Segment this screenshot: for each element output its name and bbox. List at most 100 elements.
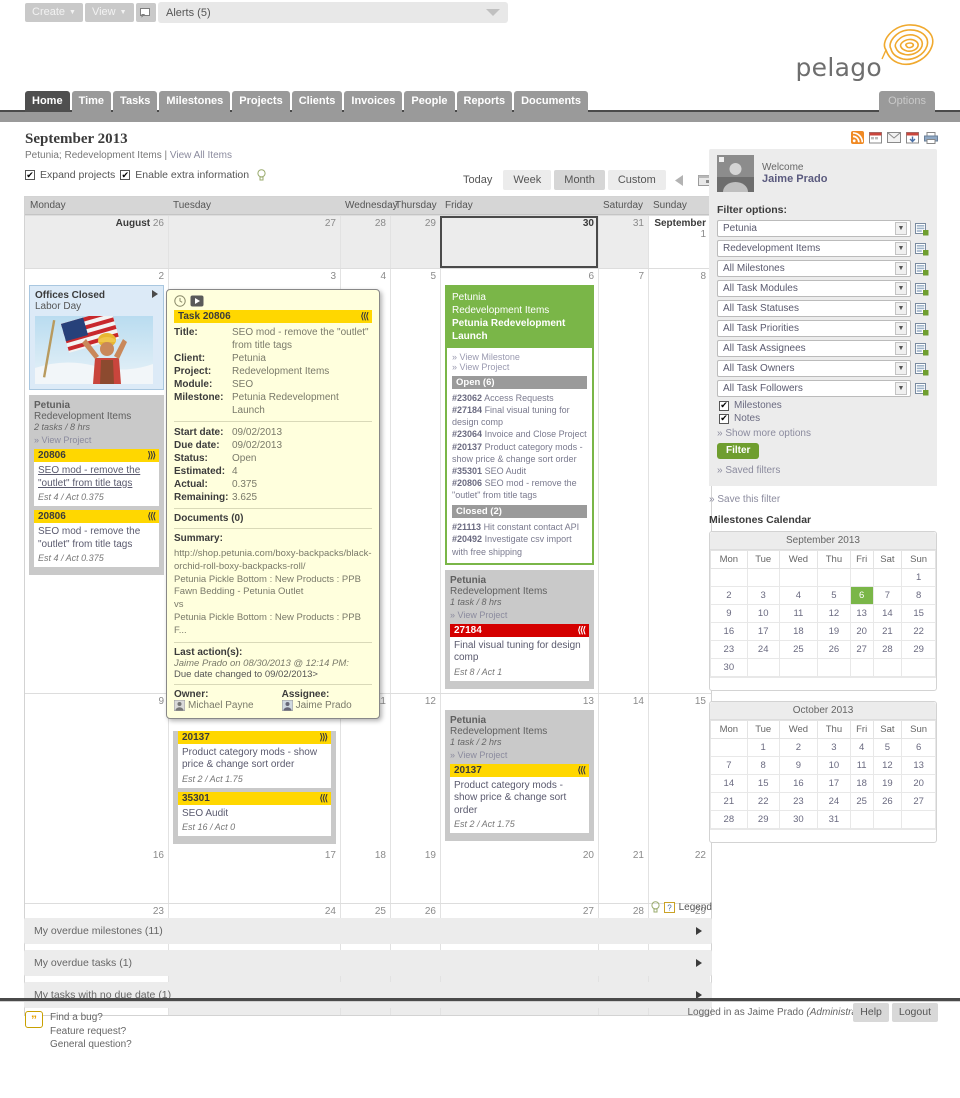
task-card[interactable]: 20137 ⟩⟩⟩ Product category mods - show p… xyxy=(178,730,331,788)
help-button[interactable]: Help xyxy=(853,1003,889,1022)
mini-calendar-day[interactable]: 19 xyxy=(872,774,903,793)
lightbulb-icon[interactable] xyxy=(257,169,266,181)
nav-tab-projects[interactable]: Projects xyxy=(232,91,290,112)
task-card[interactable]: 20806 ⟨⟨⟨ SEO mod - remove the "outlet" … xyxy=(34,510,159,567)
prev-period-button[interactable] xyxy=(669,172,691,189)
mini-calendar-day[interactable]: 27 xyxy=(849,640,874,659)
milestones-checkbox[interactable] xyxy=(719,400,729,411)
view-project-link[interactable]: » View Project xyxy=(450,750,589,760)
mini-calendar-day[interactable]: 2 xyxy=(778,738,819,757)
mini-calendar-day[interactable]: 25 xyxy=(849,792,874,811)
play-icon[interactable] xyxy=(190,295,204,307)
project-card[interactable]: 20137 ⟩⟩⟩ Product category mods - show p… xyxy=(173,730,336,845)
view-button[interactable]: View ▼ xyxy=(84,3,134,22)
mini-calendar-day[interactable]: 18 xyxy=(778,622,819,641)
mini-calendar-day[interactable]: 26 xyxy=(817,640,851,659)
mini-calendar-day[interactable]: 28 xyxy=(710,810,748,829)
mini-calendar-day[interactable]: 8 xyxy=(746,756,780,775)
mini-calendar-day[interactable]: 27 xyxy=(901,792,936,811)
task-priority-filter[interactable]: All Task Priorities ▼ xyxy=(717,320,911,337)
task-title[interactable]: Product category mods - show price & cha… xyxy=(454,780,585,818)
filter-lock-icon[interactable] xyxy=(915,282,929,296)
today-button[interactable]: Today xyxy=(455,171,500,189)
nav-tab-milestones[interactable]: Milestones xyxy=(159,91,231,112)
mini-calendar-day[interactable]: 5 xyxy=(872,738,903,757)
mini-calendar-day[interactable]: 1 xyxy=(901,568,936,587)
calendar-day-cell[interactable]: 8 xyxy=(648,269,710,693)
notes-checkbox[interactable] xyxy=(719,413,729,424)
feedback-block[interactable]: ” Find a bug? Feature request? General que… xyxy=(25,1011,132,1052)
calendar-day-cell[interactable]: 5 xyxy=(390,269,440,693)
legend-control[interactable]: ? Legend xyxy=(651,901,712,913)
mini-calendar-day[interactable]: 21 xyxy=(710,792,748,811)
feedback-link[interactable]: Feature request? xyxy=(50,1025,132,1039)
mini-calendar-day[interactable]: 22 xyxy=(901,622,936,641)
mini-calendar-day[interactable]: 18 xyxy=(849,774,874,793)
task-card[interactable]: 35301 ⟨⟨⟨ SEO Audit Est 16 / Act 0 xyxy=(178,791,331,837)
mini-calendar-day[interactable]: 1 xyxy=(746,738,780,757)
mini-calendar-day[interactable]: 19 xyxy=(817,622,851,641)
task-card[interactable]: 27184 ⟨⟨⟨ Final visual tuning for design… xyxy=(450,623,589,681)
calendar-day-cell[interactable]: 29 xyxy=(390,216,440,268)
mini-calendar-day[interactable]: 7 xyxy=(872,586,903,605)
calendar-day-cell[interactable]: 19 xyxy=(390,848,440,904)
calendar-day-cell[interactable]: August 26 xyxy=(25,216,168,268)
calendar-day-cell[interactable]: 6 Petunia Redevelopment Items Petunia Re… xyxy=(440,269,598,693)
mini-calendar-day[interactable]: 3 xyxy=(817,738,851,757)
task-status-filter[interactable]: All Task Statuses ▼ xyxy=(717,300,911,317)
client-filter[interactable]: Petunia ▼ xyxy=(717,220,911,237)
task-title[interactable]: Final visual tuning for design comp xyxy=(454,640,585,665)
project-filter[interactable]: Redevelopment Items ▼ xyxy=(717,240,911,257)
mini-calendar-day[interactable]: 10 xyxy=(746,604,780,623)
milestone-task-item[interactable]: #20492 Investigate csv import with free … xyxy=(452,533,587,557)
task-card[interactable]: 20137 ⟨⟨⟨ Product category mods - show p… xyxy=(450,763,589,834)
task-follower-filter[interactable]: All Task Followers ▼ xyxy=(717,380,911,397)
filter-lock-icon[interactable] xyxy=(915,362,929,376)
view-project-link[interactable]: » View Project xyxy=(34,435,159,445)
nav-tab-tasks[interactable]: Tasks xyxy=(113,91,158,112)
calendar-day-cell[interactable]: 15 xyxy=(648,693,710,849)
milestone-card[interactable]: Petunia Redevelopment Items Petunia Rede… xyxy=(445,285,594,565)
milestone-task-item[interactable]: #35301 SEO Audit xyxy=(452,465,587,477)
milestone-task-item[interactable]: #21113 Hit constant contact API xyxy=(452,521,587,533)
view-milestone-link[interactable]: » View Milestone xyxy=(452,352,587,362)
alerts-dropdown[interactable]: Alerts (5) xyxy=(158,2,508,23)
mini-calendar-day[interactable]: 14 xyxy=(872,604,903,623)
enable-extra-information-checkbox[interactable] xyxy=(120,170,131,180)
calendar-day-cell[interactable]: 28 xyxy=(340,216,390,268)
expand-projects-checkbox[interactable] xyxy=(25,170,35,180)
calendar-day-cell[interactable]: 12 xyxy=(390,693,440,849)
task-owner-filter[interactable]: All Task Owners ▼ xyxy=(717,360,911,377)
milestones-checkbox-row[interactable]: Milestones xyxy=(719,400,929,411)
mini-calendar-day[interactable]: 8 xyxy=(901,586,936,605)
saved-filters-link[interactable]: » Saved filters xyxy=(717,465,929,476)
save-this-filter-link[interactable]: » Save this filter xyxy=(709,494,937,505)
mini-calendar-day[interactable]: 29 xyxy=(901,640,936,659)
calendar-day-cell[interactable]: 20 xyxy=(440,848,598,904)
note-button[interactable] xyxy=(135,3,156,22)
calendar-day-cell[interactable]: 16 xyxy=(25,848,168,903)
milestone-task-item[interactable]: #20137 Product category mods - show pric… xyxy=(452,441,587,465)
mini-calendar-day[interactable]: 21 xyxy=(872,622,903,641)
mini-calendar-day[interactable]: 25 xyxy=(778,640,819,659)
brand-logo[interactable]: pelago xyxy=(796,22,938,82)
task-title[interactable]: SEO mod - remove the "outlet" from title… xyxy=(38,465,155,490)
milestone-filter[interactable]: All Milestones ▼ xyxy=(717,260,911,277)
calendar-day-cell[interactable]: September 1 xyxy=(648,216,710,268)
envelope-icon[interactable] xyxy=(887,132,901,143)
mini-calendar-day[interactable]: 23 xyxy=(710,640,748,659)
filter-lock-icon[interactable] xyxy=(915,262,929,276)
mini-calendar-day[interactable]: 28 xyxy=(872,640,903,659)
nav-tab-home[interactable]: Home xyxy=(25,91,70,112)
clock-icon[interactable] xyxy=(174,295,186,307)
mini-calendar-day[interactable]: 15 xyxy=(901,604,936,623)
mini-calendar-day[interactable]: 17 xyxy=(817,774,851,793)
filter-lock-icon[interactable] xyxy=(915,322,929,336)
calendar-day-cell[interactable]: 22 xyxy=(648,848,710,904)
avatar[interactable] xyxy=(717,155,754,192)
filter-lock-icon[interactable] xyxy=(915,302,929,316)
milestone-task-item[interactable]: #23062 Access Requests xyxy=(452,392,587,404)
mini-calendar-day[interactable]: 23 xyxy=(778,792,819,811)
mini-calendar-day[interactable]: 13 xyxy=(849,604,874,623)
calendar-day-cell[interactable]: 18 xyxy=(340,848,390,904)
